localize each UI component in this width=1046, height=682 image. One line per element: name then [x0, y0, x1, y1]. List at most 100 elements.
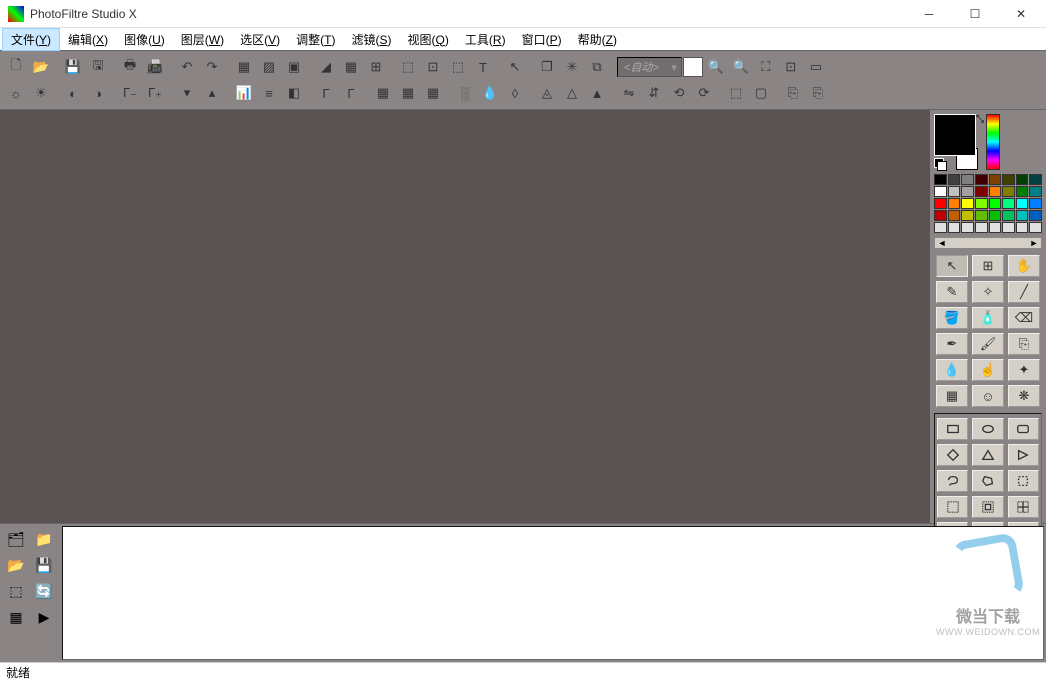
grid-icon[interactable]: ▦ [339, 55, 363, 79]
print-icon[interactable]: 🖶 [118, 55, 142, 79]
maximize-button[interactable]: ☐ [952, 0, 998, 28]
crop-icon[interactable]: ⬚ [724, 81, 748, 105]
shape-marquee1[interactable] [937, 496, 968, 518]
menu-tools[interactable]: 工具(R) [457, 29, 514, 50]
zoom-fit-icon[interactable]: ⛶ [754, 55, 778, 79]
auto-gamma-plus-icon[interactable]: Γ [339, 81, 363, 105]
dither1-icon[interactable]: ▦ [371, 81, 395, 105]
hand-tool[interactable]: ✋ [1008, 255, 1040, 277]
explorer-folder-icon[interactable]: 📁 [32, 528, 56, 550]
fill-tool[interactable]: 🪣 [936, 307, 968, 329]
explorer-grid-icon[interactable]: ▦ [4, 606, 28, 628]
palette-swatch[interactable] [948, 210, 961, 221]
palette-swatch[interactable] [961, 210, 974, 221]
saturation-minus-icon[interactable]: ▾ [175, 81, 199, 105]
relief-icon[interactable]: ◬ [535, 81, 559, 105]
advanced-brush-tool[interactable]: 🖌 [972, 333, 1004, 355]
eyedropper-tool[interactable]: ✎ [936, 281, 968, 303]
dither3-icon[interactable]: ▦ [421, 81, 445, 105]
palette-swatch[interactable] [1002, 210, 1015, 221]
palette-swatch[interactable] [961, 198, 974, 209]
zoom-out-icon[interactable]: 🔍 [729, 55, 753, 79]
histogram-icon[interactable]: 📊 [232, 81, 256, 105]
canvas-size-icon[interactable]: ▢ [749, 81, 773, 105]
undo-icon[interactable]: ↶ [175, 55, 199, 79]
scanner-icon[interactable]: 📠 [143, 55, 167, 79]
palette-swatch[interactable] [975, 222, 988, 233]
background-swatch[interactable] [683, 57, 703, 77]
auto-gamma-minus-icon[interactable]: Γ [314, 81, 338, 105]
palette-swatch[interactable] [1002, 222, 1015, 233]
palette-swatch[interactable] [1029, 186, 1042, 197]
menu-selection[interactable]: 选区(V) [232, 29, 288, 50]
shape-rectangle[interactable] [937, 418, 968, 440]
zoom-in-icon[interactable]: 🔍 [704, 55, 728, 79]
noise-icon[interactable]: ░ [453, 81, 477, 105]
palette-swatch[interactable] [1029, 198, 1042, 209]
shape-marquee3[interactable] [1008, 496, 1039, 518]
palette-next[interactable]: ► [1027, 238, 1041, 248]
rotate-right-icon[interactable]: ⟳ [692, 81, 716, 105]
palette-swatch[interactable] [961, 174, 974, 185]
minimize-button[interactable]: ─ [906, 0, 952, 28]
foreground-color[interactable] [934, 114, 976, 156]
zoom-actual-icon[interactable]: ⊡ [779, 55, 803, 79]
canvas-area[interactable] [0, 110, 930, 523]
menu-edit[interactable]: 编辑(X) [60, 29, 116, 50]
brightness-icon[interactable]: ◢ [314, 55, 338, 79]
explorer-tree-icon[interactable]: 🗂 [4, 528, 28, 550]
selection-show-icon[interactable]: ⬚ [396, 55, 420, 79]
menu-view[interactable]: 视图(Q) [400, 29, 457, 50]
line-tool[interactable]: ╱ [1008, 281, 1040, 303]
pointer-tool[interactable]: ↖ [936, 255, 968, 277]
explorer-refresh-icon[interactable]: 🔄 [32, 580, 56, 602]
palette-swatch[interactable] [934, 174, 947, 185]
retouch-tool[interactable]: ☺ [972, 385, 1004, 407]
export-icon[interactable]: ⎘ [781, 81, 805, 105]
menu-layer[interactable]: 图层(W) [173, 29, 232, 50]
menu-adjust[interactable]: 调整(T) [288, 29, 343, 50]
palette-swatch[interactable] [975, 186, 988, 197]
palette-swatch[interactable] [989, 222, 1002, 233]
shape-diamond[interactable] [937, 444, 968, 466]
automate-icon[interactable]: ⧉ [585, 55, 609, 79]
open-file-icon[interactable]: 📂 [29, 55, 53, 79]
shape-ellipse[interactable] [972, 418, 1003, 440]
palette-prev[interactable]: ◄ [935, 238, 949, 248]
selection-none-icon[interactable]: ⬚ [446, 55, 470, 79]
rgb-channels-icon[interactable]: ▦ [232, 55, 256, 79]
close-button[interactable]: ✕ [998, 0, 1044, 28]
clone-tool[interactable]: ✦ [1008, 359, 1040, 381]
new-file-icon[interactable]: 🗋 [4, 55, 28, 79]
transparency-icon[interactable]: ▨ [257, 55, 281, 79]
palette-swatch[interactable] [948, 174, 961, 185]
image-size-icon[interactable]: ▣ [282, 55, 306, 79]
grid2-icon[interactable]: ⊞ [364, 55, 388, 79]
wand-tool[interactable]: ✧ [972, 281, 1004, 303]
brush-tool[interactable]: ✒ [936, 333, 968, 355]
sharpen-icon[interactable]: ◊ [503, 81, 527, 105]
palette-swatch[interactable] [934, 186, 947, 197]
shape-polygon[interactable] [972, 470, 1003, 492]
palette-swatch[interactable] [934, 198, 947, 209]
palette-swatch[interactable] [975, 174, 988, 185]
palette-swatch[interactable] [948, 186, 961, 197]
text-icon[interactable]: T [471, 55, 495, 79]
palette-swatch[interactable] [989, 198, 1002, 209]
shape-lasso[interactable] [937, 470, 968, 492]
menu-file[interactable]: 文件(Y) [2, 28, 60, 51]
palette-swatch[interactable] [989, 210, 1002, 221]
menu-window[interactable]: 窗口(P) [514, 29, 570, 50]
gamma-minus-icon[interactable]: Γ₋ [118, 81, 142, 105]
save-as-icon[interactable]: 🖫 [86, 55, 110, 79]
stamp-tool[interactable]: ⎘ [1008, 333, 1040, 355]
zoom-combo[interactable]: <自动> [617, 57, 682, 77]
palette-swatch[interactable] [1016, 210, 1029, 221]
distort-tool[interactable]: ▦ [936, 385, 968, 407]
palette-swatch[interactable] [1029, 174, 1042, 185]
spray-tool[interactable]: 🧴 [972, 307, 1004, 329]
palette-swatch[interactable] [1002, 198, 1015, 209]
smudge-tool[interactable]: ☝ [972, 359, 1004, 381]
blur-icon[interactable]: 💧 [478, 81, 502, 105]
layer-manager-icon[interactable]: ❐ [535, 55, 559, 79]
